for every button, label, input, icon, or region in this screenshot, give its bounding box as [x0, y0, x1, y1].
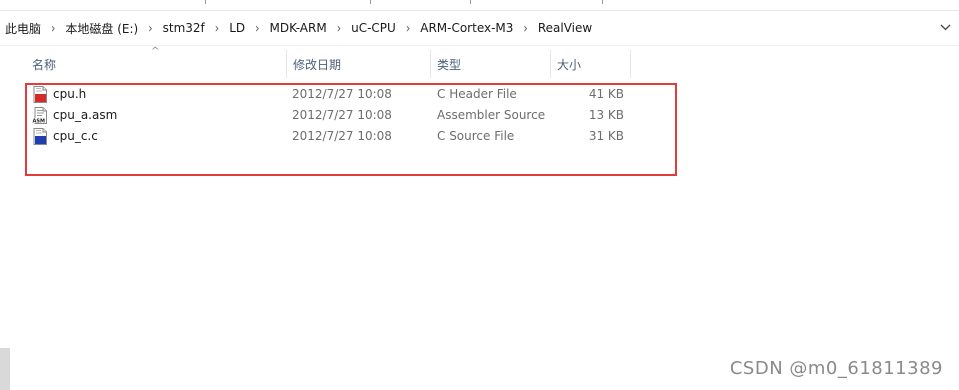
- breadcrumb-separator-icon[interactable]: ›: [139, 20, 161, 36]
- column-header-date[interactable]: 修改日期: [293, 50, 428, 78]
- breadcrumb-separator-icon[interactable]: ›: [397, 20, 419, 36]
- column-divider[interactable]: [630, 50, 631, 78]
- breadcrumb-item-folder[interactable]: MDK-ARM: [269, 21, 328, 35]
- highlight-annotation-box: [25, 83, 677, 176]
- ribbon-divider: [602, 0, 603, 4]
- breadcrumb-item-drive[interactable]: 本地磁盘 (E:): [64, 20, 139, 37]
- chevron-down-icon: [940, 24, 950, 30]
- address-bar[interactable]: 此电脑 › 本地磁盘 (E:) › stm32f › LD › MDK-ARM …: [0, 11, 959, 46]
- ribbon-divider: [470, 0, 471, 4]
- breadcrumb-item-folder[interactable]: stm32f: [162, 21, 206, 35]
- breadcrumb-item-current-folder[interactable]: RealView: [537, 21, 593, 35]
- breadcrumb-separator-icon[interactable]: ›: [246, 20, 268, 36]
- ribbon-strip: [0, 0, 959, 11]
- breadcrumb-item-folder[interactable]: LD: [228, 21, 246, 35]
- breadcrumb: 此电脑 › 本地磁盘 (E:) › stm32f › LD › MDK-ARM …: [4, 11, 593, 45]
- navigation-pane-edge: [0, 46, 10, 390]
- breadcrumb-item-folder[interactable]: ARM-Cortex-M3: [419, 21, 514, 35]
- breadcrumb-separator-icon[interactable]: ›: [514, 20, 536, 36]
- column-divider[interactable]: [286, 50, 287, 78]
- breadcrumb-item-this-pc[interactable]: 此电脑: [4, 20, 42, 37]
- scrollbar-thumb[interactable]: [0, 348, 10, 390]
- column-divider[interactable]: [550, 50, 551, 78]
- watermark: CSDN @m0_61811389: [729, 358, 943, 379]
- breadcrumb-separator-icon[interactable]: ›: [42, 20, 64, 36]
- breadcrumb-separator-icon[interactable]: ›: [328, 20, 350, 36]
- column-header-name[interactable]: 名称: [32, 50, 282, 78]
- address-history-button[interactable]: [937, 19, 953, 35]
- ribbon-divider: [370, 0, 371, 4]
- column-divider[interactable]: [430, 50, 431, 78]
- column-header-size[interactable]: 大小: [557, 50, 627, 78]
- column-header-type[interactable]: 类型: [437, 50, 547, 78]
- ribbon-divider: [205, 0, 206, 4]
- breadcrumb-item-folder[interactable]: uC-CPU: [350, 21, 397, 35]
- breadcrumb-separator-icon[interactable]: ›: [206, 20, 228, 36]
